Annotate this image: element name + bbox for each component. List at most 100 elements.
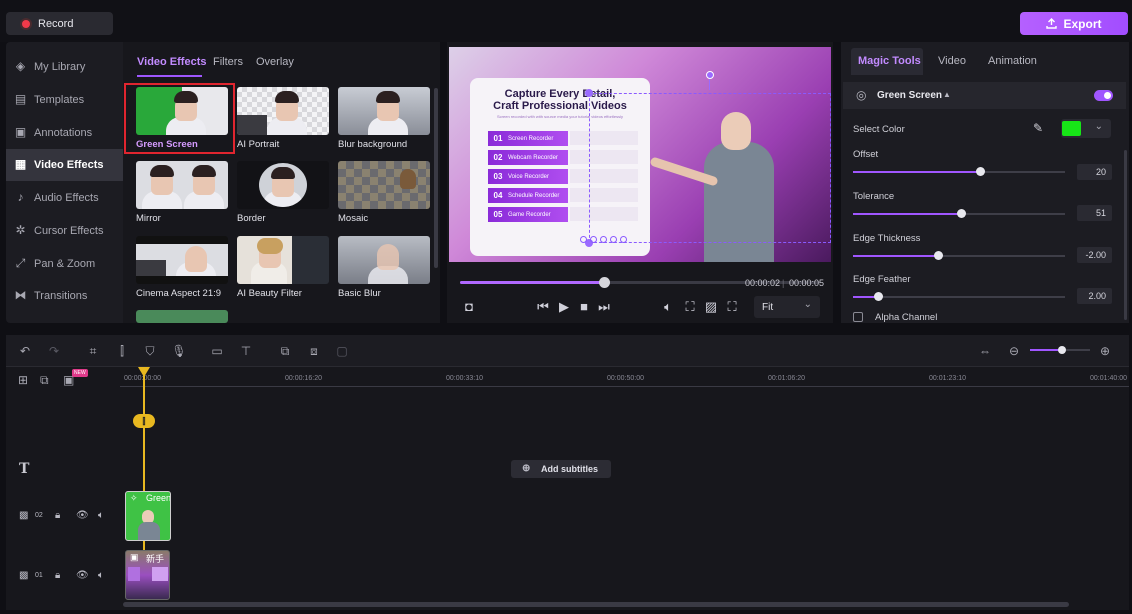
step-forward-icon[interactable]: ⏭ [597,299,611,315]
nav-label: Cursor Effects [34,225,104,237]
undo-icon[interactable]: ↶ [17,343,33,359]
rotate-handle[interactable] [706,71,714,79]
freeze-icon[interactable]: ▢ [334,343,350,359]
crop-icon[interactable]: ⌗ [85,343,101,359]
video-track-icon: ▩ [19,570,29,581]
nav-item-video-effects[interactable]: ▦ Video Effects [6,149,123,181]
edge-thickness-slider-knob[interactable] [933,251,943,260]
alpha-channel-checkbox[interactable] [853,312,863,322]
track-number: 02 [35,512,43,519]
offset-value[interactable]: 20 [1077,164,1112,180]
progress-knob[interactable] [599,277,610,288]
properties-scrollbar[interactable] [1124,150,1127,320]
effect-ai-portrait[interactable] [237,87,329,135]
crop-focus-icon[interactable]: ⛶ [682,299,698,315]
fullscreen-icon[interactable]: ⛶ [724,299,740,315]
nav-item-cursor-effects[interactable]: ✲ Cursor Effects [6,215,123,247]
effect-ai-beauty[interactable] [237,236,329,284]
comment-icon[interactable]: ▭ [209,343,225,359]
lock-icon[interactable]: 🔒︎ [55,510,60,521]
tab-filters[interactable]: Filters [213,56,243,68]
nav-label: Video Effects [34,159,104,171]
tolerance-value[interactable]: 51 [1077,205,1112,221]
timeline-clip-main[interactable]: ▣ 新手 [125,550,170,600]
effect-partial-row[interactable] [136,310,228,323]
nav-label: Annotations [34,127,93,139]
speaker-icon[interactable]: 🔈︎ [98,510,104,521]
effect-basic-blur[interactable] [338,236,430,284]
nav-item-pan-zoom[interactable]: ⤢ Pan & Zoom [6,248,123,280]
effect-mosaic[interactable] [338,161,430,209]
tab-animation[interactable]: Animation [988,55,1037,67]
keypoint-handles[interactable] [580,236,632,245]
green-screen-header[interactable]: ◎ Green Screen ▲ [843,82,1126,109]
color-swatch [1062,121,1081,136]
nav-item-my-library[interactable]: ◈ My Library [6,51,123,83]
group-icon[interactable]: ⧉ [277,343,293,359]
step-label: Voice Recorder [508,173,550,180]
add-subtitles-button[interactable]: ⊕ Add subtitles [511,460,611,478]
eye-icon[interactable]: 👁︎ [76,510,89,521]
export-icon [1046,18,1058,29]
copy-track-icon[interactable]: ⧉ [40,373,49,388]
lock-icon[interactable]: 🔒︎ [55,570,60,581]
time-ruler[interactable] [120,386,1129,387]
green-screen-toggle[interactable] [1094,90,1113,101]
nav-item-transitions[interactable]: ⧓ Transitions [6,280,123,312]
snapshot-icon[interactable]: ◘ [461,299,477,315]
nav-item-annotations[interactable]: ▣ Annotations [6,117,123,149]
eye-icon[interactable]: 👁︎ [76,570,89,581]
split-marker[interactable]: ⫿ [133,414,155,428]
section-title: Green Screen [877,90,943,101]
nav-item-templates[interactable]: ▤ Templates [6,84,123,116]
step-back-icon[interactable]: ⏮ [536,299,550,315]
tab-video[interactable]: Video [938,55,966,67]
quality-icon[interactable]: ▨ [703,299,719,315]
tab-video-effects[interactable]: Video Effects [137,56,207,68]
text-box-icon[interactable]: ⊤ [238,343,254,359]
volume-icon[interactable]: 🔈︎ [660,299,676,315]
play-icon[interactable]: ▶ [557,299,571,315]
shield-icon[interactable]: ⛉ [142,343,158,359]
person-face [377,244,399,270]
effect-mirror[interactable] [136,161,228,209]
layers-icon: ◈ [15,59,26,73]
edge-feather-slider[interactable] [853,296,1065,298]
split-icon[interactable]: ⫿ [114,343,130,359]
zoom-slider-knob[interactable] [1058,346,1066,354]
effect-blur-background[interactable] [338,87,430,135]
timeline-clip-green-screen[interactable]: ✧ Green [125,491,171,541]
fit-timeline-icon[interactable]: ⇔ [977,343,993,359]
record-button[interactable]: Record [6,12,113,35]
nav-item-audio-effects[interactable]: ♪ Audio Effects [6,182,123,214]
eyedropper-icon[interactable]: ✎ [1033,121,1043,135]
border-circle [259,163,307,207]
effect-label: Mosaic [338,213,369,224]
zoom-out-icon[interactable]: ⊖ [1006,343,1022,359]
speaker-icon[interactable]: 🔈︎ [98,570,104,581]
ungroup-icon[interactable]: ⧈ [306,343,322,359]
timeline-scrollbar[interactable] [123,602,1069,607]
add-track-icon[interactable]: ⊞ [18,373,28,387]
zoom-fit-select[interactable]: Fit ⌄ [754,296,820,318]
add-icon: ⊕ [522,463,531,474]
tab-magic-tools[interactable]: Magic Tools [858,55,921,67]
microphone-icon[interactable]: 🎙︎ [171,343,187,359]
edge-thickness-value[interactable]: -2.00 [1077,247,1112,263]
effects-scrollbar[interactable] [434,88,438,268]
chevron-down-icon: ⌄ [803,299,812,310]
clip-label: 新手 [146,554,165,564]
collapse-icon[interactable]: ▲ [943,90,951,99]
resize-handle[interactable] [585,89,593,97]
selection-box[interactable] [589,93,831,243]
tab-overlay[interactable]: Overlay [256,56,294,68]
zoom-in-icon[interactable]: ⊕ [1097,343,1113,359]
person-face [185,246,207,272]
effect-cinema-aspect[interactable] [136,236,228,284]
step-num: 01 [493,134,503,143]
export-button[interactable]: Export [1020,12,1128,35]
stop-icon[interactable]: ■ [577,299,591,315]
edge-feather-value[interactable]: 2.00 [1077,288,1112,304]
effect-border[interactable] [237,161,329,209]
redo-icon[interactable]: ↷ [46,343,62,359]
